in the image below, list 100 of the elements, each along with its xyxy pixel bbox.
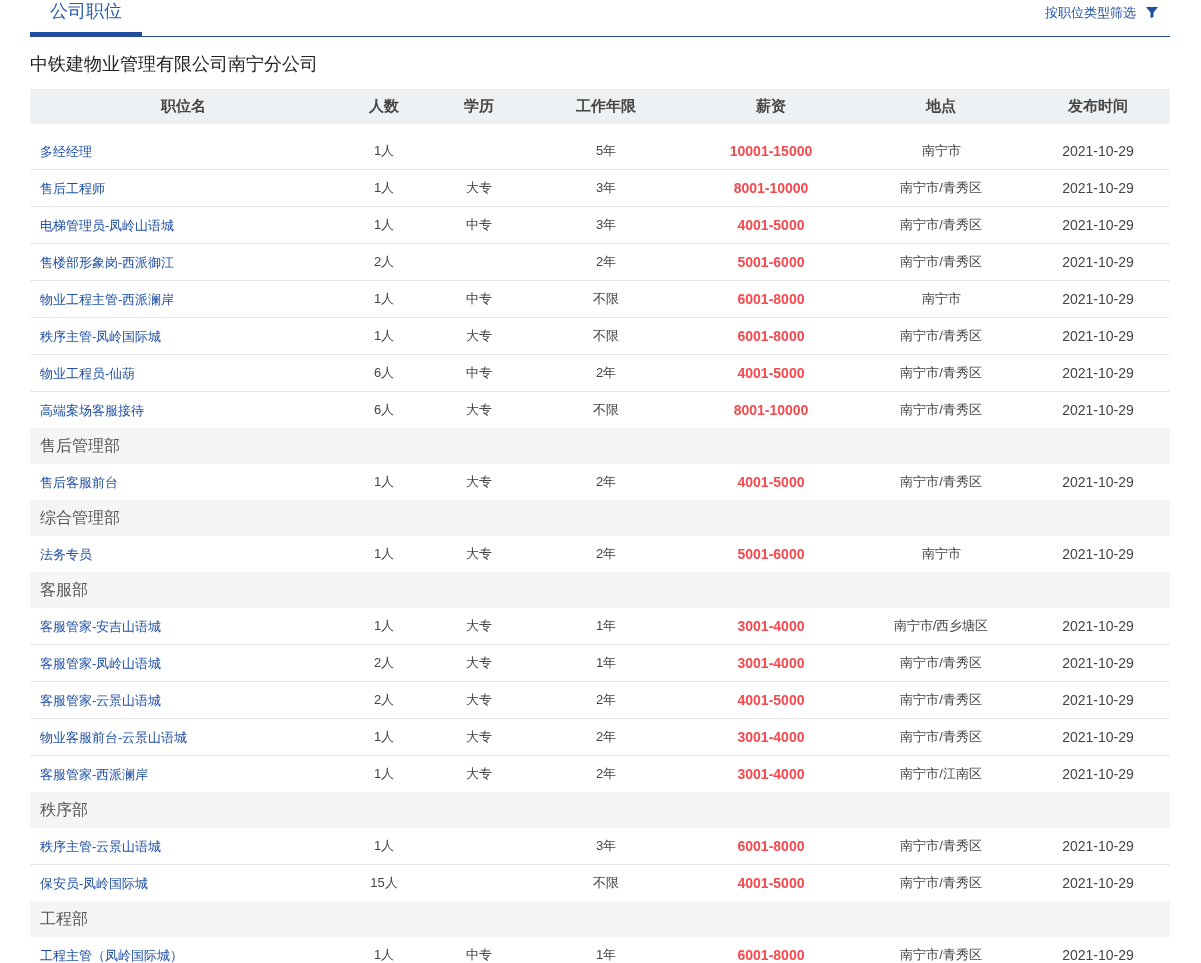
filter-icon xyxy=(1146,6,1158,19)
salary-range: 3001-4000 xyxy=(737,616,805,636)
salary-range: 3001-4000 xyxy=(737,764,805,784)
table-cell-text: 3年 xyxy=(595,837,617,856)
job-title-link[interactable]: 物业工程员-仙葫 xyxy=(40,366,136,381)
table-cell-text: 5年 xyxy=(595,142,617,161)
job-title-link[interactable]: 秩序主管-凤岭国际城 xyxy=(40,329,162,344)
job-title-link[interactable]: 高端案场客服接待 xyxy=(40,403,144,418)
job-title-link[interactable]: 法务专员 xyxy=(40,547,92,562)
salary-range: 4001-5000 xyxy=(737,690,805,710)
salary-range: 6001-8000 xyxy=(737,289,805,309)
table-cell-text: 南宁市/青秀区 xyxy=(900,654,982,673)
department-title: 客服部 xyxy=(40,580,88,600)
salary-range: 4001-5000 xyxy=(737,363,805,383)
salary-range: 5001-6000 xyxy=(737,544,805,564)
table-cell-text: 南宁市/青秀区 xyxy=(900,253,982,272)
job-title-link[interactable]: 电梯管理员-凤岭山语城 xyxy=(40,218,175,233)
table-cell-text: 南宁市/青秀区 xyxy=(900,401,982,420)
table-cell-text: 2年 xyxy=(595,765,617,784)
table-cell-text: 南宁市/青秀区 xyxy=(900,179,982,198)
job-title-link[interactable]: 售楼部形象岗-西派御江 xyxy=(40,255,175,270)
column-header: 薪资 xyxy=(756,96,786,117)
job-title-link[interactable]: 客服管家-凤岭山语城 xyxy=(40,656,162,671)
table-cell-text: 2021-10-29 xyxy=(1062,400,1134,420)
salary-range: 4001-5000 xyxy=(737,472,805,492)
table-cell-text: 南宁市 xyxy=(921,290,961,309)
table-cell-text: 1人 xyxy=(373,327,395,346)
table-cell-text: 2021-10-29 xyxy=(1062,252,1134,272)
job-title-link[interactable]: 工程主管（凤岭国际城） xyxy=(40,948,183,963)
table-cell-text: 6人 xyxy=(373,364,395,383)
table-cell-text: 1年 xyxy=(595,654,617,673)
job-title-link[interactable]: 售后工程师 xyxy=(40,181,105,196)
department-title: 秩序部 xyxy=(40,800,88,820)
job-title-link[interactable]: 客服管家-西派澜岸 xyxy=(40,767,149,782)
job-title-link[interactable]: 客服管家-云景山语城 xyxy=(40,693,162,708)
job-title-link[interactable]: 秩序主管-云景山语城 xyxy=(40,839,162,854)
table-cell-text: 南宁市/青秀区 xyxy=(900,691,982,710)
table-cell-text: 2021-10-29 xyxy=(1062,873,1134,893)
table-cell-text: 2021-10-29 xyxy=(1062,690,1134,710)
company-name: 中铁建物业管理有限公司南宁分公司 xyxy=(30,53,319,76)
table-cell-text: 南宁市/青秀区 xyxy=(900,837,982,856)
table-cell-text: 1人 xyxy=(373,290,395,309)
table-cell-text: 2021-10-29 xyxy=(1062,727,1134,747)
table-cell-text: 1人 xyxy=(373,473,395,492)
table-cell-text: 1人 xyxy=(373,765,395,784)
table-cell-text: 大专 xyxy=(466,654,492,673)
job-title-link[interactable]: 物业客服前台-云景山语城 xyxy=(40,730,188,745)
column-header: 学历 xyxy=(464,96,494,117)
salary-range: 4001-5000 xyxy=(737,873,805,893)
salary-range: 8001-10000 xyxy=(733,178,809,198)
table-cell-text: 南宁市/青秀区 xyxy=(900,728,982,747)
table-cell-text: 南宁市/青秀区 xyxy=(900,874,982,893)
table-cell-text: 大专 xyxy=(466,401,492,420)
job-title-link[interactable]: 物业工程主管-西派澜岸 xyxy=(40,292,175,307)
table-cell-text: 6人 xyxy=(373,401,395,420)
salary-range: 5001-6000 xyxy=(737,252,805,272)
job-title-link[interactable]: 售后客服前台 xyxy=(40,475,118,490)
table-cell-text: 南宁市/西乡塘区 xyxy=(893,617,989,636)
table-cell-text: 2年 xyxy=(595,473,617,492)
job-title-link[interactable]: 客服管家-安吉山语城 xyxy=(40,619,162,634)
table-cell-text: 南宁市/青秀区 xyxy=(900,364,982,383)
table-cell-text: 2021-10-29 xyxy=(1062,215,1134,235)
tab[interactable]: 公司职位 xyxy=(30,0,142,36)
table-cell-text: 2021-10-29 xyxy=(1062,836,1134,856)
table-cell-text: 1人 xyxy=(373,179,395,198)
filter-button[interactable]: 按职位类型筛选 xyxy=(1045,2,1170,22)
table-cell-text: 大专 xyxy=(466,691,492,710)
table-cell-text: 2021-10-29 xyxy=(1062,363,1134,383)
table-cell-text: 南宁市/青秀区 xyxy=(900,216,982,235)
salary-range: 6001-8000 xyxy=(737,326,805,346)
table-cell-text: 2021-10-29 xyxy=(1062,289,1134,309)
table-cell-text: 大专 xyxy=(466,327,492,346)
table-cell-text: 1人 xyxy=(373,728,395,747)
table-cell-text: 大专 xyxy=(466,545,492,564)
table-cell-text: 2021-10-29 xyxy=(1062,653,1134,673)
table-cell-text: 大专 xyxy=(466,179,492,198)
table-cell-text: 3年 xyxy=(595,179,617,198)
table-cell-text: 2年 xyxy=(595,253,617,272)
table-cell-text: 1人 xyxy=(373,142,395,161)
table-cell-text: 2021-10-29 xyxy=(1062,616,1134,636)
table-cell-text: 2021-10-29 xyxy=(1062,764,1134,784)
salary-range: 10001-15000 xyxy=(729,141,813,161)
column-header: 发布时间 xyxy=(1068,96,1128,117)
table-cell-text: 南宁市 xyxy=(921,142,961,161)
job-title-link[interactable]: 保安员-凤岭国际城 xyxy=(40,876,149,891)
table-cell-text: 大专 xyxy=(466,473,492,492)
table-cell-text: 1人 xyxy=(373,545,395,564)
table-cell-text: 2年 xyxy=(595,364,617,383)
table-cell-text: 南宁市/青秀区 xyxy=(900,327,982,346)
table-cell-text: 大专 xyxy=(466,617,492,636)
job-title-link[interactable]: 多经经理 xyxy=(40,144,92,159)
table-cell-text: 中专 xyxy=(466,216,492,235)
department-title: 售后管理部 xyxy=(40,436,120,456)
department-title: 工程部 xyxy=(40,909,88,929)
salary-range: 6001-8000 xyxy=(737,945,805,963)
table-cell-text: 2021-10-29 xyxy=(1062,326,1134,346)
table-cell-text: 南宁市 xyxy=(921,545,961,564)
table-cell-text: 2年 xyxy=(595,545,617,564)
table-cell-text: 2021-10-29 xyxy=(1062,178,1134,198)
table-cell-text: 1年 xyxy=(595,617,617,636)
